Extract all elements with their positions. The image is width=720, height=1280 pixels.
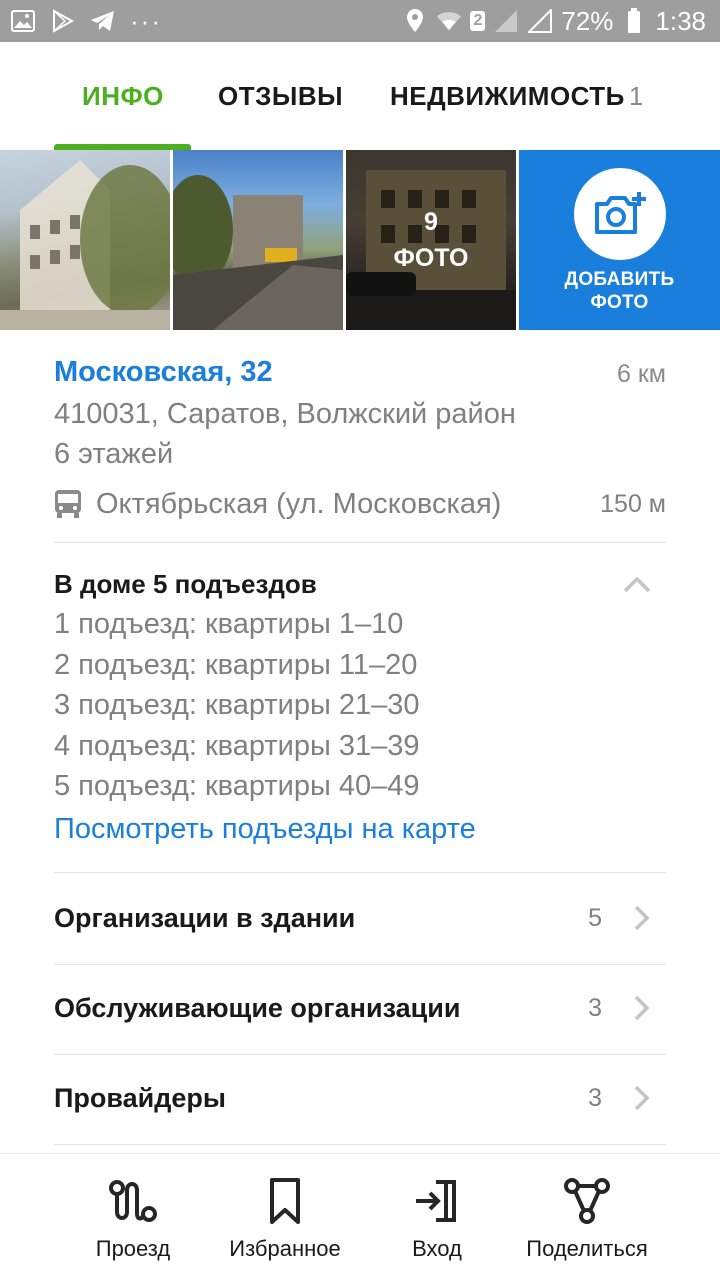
route-label: Проезд — [95, 1236, 171, 1261]
photo-strip: 9 ФОТО ДОБАВИТЬ ФОТО — [0, 150, 720, 330]
add-photo-label-line1: ДОБАВИТЬ — [564, 269, 675, 290]
camera-add-icon — [573, 168, 666, 260]
entrances-section: В доме 5 подъездов 1 подъезд: квартиры 1… — [54, 564, 666, 851]
status-bar: ··· 2 72% 1:38 — [0, 0, 720, 42]
favorites-button[interactable]: Избранное — [205, 1174, 365, 1262]
photo-count-overlay: 9 ФОТО — [346, 150, 516, 330]
tab-bar: ИНФО ОТЗЫВЫ НЕДВИЖИМОСТЬ 1 — [0, 42, 720, 150]
tab-realty-count: 1 — [628, 80, 644, 111]
providers-row[interactable]: Провайдеры 3 — [54, 1053, 666, 1143]
address-block: Московская, 32 6 км 410031, Саратов, Вол… — [54, 350, 666, 474]
photo-count-label: ФОТО — [393, 244, 469, 272]
row-label: Обслуживающие организации — [54, 992, 461, 1023]
photo-thumbnail[interactable] — [173, 150, 343, 330]
tab-realty[interactable]: НЕДВИЖИМОСТЬ 1 — [390, 42, 644, 150]
signal-icon — [493, 8, 519, 34]
row-count: 5 — [588, 903, 602, 932]
add-photo-label: ДОБАВИТЬ ФОТО — [564, 268, 674, 314]
photo-count: 9 — [424, 208, 438, 236]
divider — [54, 1144, 666, 1145]
tab-reviews[interactable]: ОТЗЫВЫ — [218, 42, 343, 150]
signal-icon-2 — [527, 8, 553, 34]
building-floors: 6 этажей — [54, 438, 174, 470]
tab-info-label: ИНФО — [82, 80, 164, 111]
chevron-right-icon — [632, 1084, 652, 1112]
share-icon — [560, 1174, 614, 1228]
clock: 1:38 — [655, 5, 706, 36]
add-photo-button[interactable]: ДОБАВИТЬ ФОТО — [519, 150, 720, 330]
bus-icon — [54, 489, 82, 519]
row-count: 3 — [588, 993, 602, 1022]
share-label: Поделиться — [526, 1236, 648, 1261]
route-button[interactable]: Проезд — [53, 1174, 213, 1262]
stop-name: Октябрьская (ул. Московская) — [96, 487, 502, 520]
stop-distance: 150 м — [600, 489, 666, 518]
login-icon — [410, 1174, 464, 1228]
chevron-right-icon — [632, 994, 652, 1022]
divider — [54, 542, 666, 543]
chevron-right-icon — [632, 904, 652, 932]
share-button[interactable]: Поделиться — [507, 1174, 667, 1262]
organizations-row[interactable]: Организации в здании 5 — [54, 873, 666, 963]
address-city: 410031, Саратов, Волжский район — [54, 398, 516, 430]
bottom-action-bar: Проезд Избранное Вход Поделиться — [0, 1153, 720, 1280]
favorites-label: Избранное — [229, 1236, 341, 1261]
address-title[interactable]: Московская, 32 — [54, 350, 666, 394]
more-notifications-icon: ··· — [130, 5, 162, 36]
play-store-icon — [50, 8, 76, 34]
row-label: Организации в здании — [54, 902, 356, 933]
tab-info[interactable]: ИНФО — [82, 42, 164, 150]
photo-thumbnail[interactable] — [0, 150, 170, 330]
tab-reviews-label: ОТЗЫВЫ — [218, 80, 344, 111]
tab-realty-label: НЕДВИЖИМОСТЬ — [390, 80, 625, 111]
address-distance: 6 км — [617, 360, 666, 388]
service-organizations-row[interactable]: Обслуживающие организации 3 — [54, 963, 666, 1053]
location-icon — [402, 8, 428, 34]
entrance-item: 3 подъезд: квартиры 21–30 — [54, 689, 420, 721]
route-icon — [106, 1174, 160, 1228]
entrance-item: 2 подъезд: квартиры 11–20 — [54, 648, 418, 681]
telegram-icon — [90, 8, 116, 34]
entrance-item: 5 подъезд: квартиры 40–49 — [54, 770, 420, 802]
battery-percent: 72% — [561, 5, 614, 36]
bookmark-icon — [258, 1174, 312, 1228]
entrance-button[interactable]: Вход — [357, 1174, 517, 1262]
row-count: 3 — [588, 1083, 602, 1112]
entrance-item: 1 подъезд: квартиры 1–10 — [54, 608, 404, 640]
entrances-title[interactable]: В доме 5 подъездов — [54, 564, 666, 604]
chevron-up-icon[interactable] — [622, 570, 652, 600]
photo-thumbnail-more[interactable]: 9 ФОТО — [346, 150, 516, 330]
battery-icon — [621, 8, 647, 34]
add-photo-label-line2: ФОТО — [590, 292, 649, 313]
row-label: Провайдеры — [54, 1082, 226, 1113]
gallery-icon — [10, 8, 36, 34]
entrance-label: Вход — [412, 1236, 462, 1261]
entrance-item: 4 подъезд: квартиры 31–39 — [54, 729, 420, 762]
nearest-stop[interactable]: Октябрьская (ул. Московская) 150 м — [54, 482, 666, 526]
sim-badge: 2 — [470, 11, 486, 31]
entrances-map-link[interactable]: Посмотреть подъезды на карте — [54, 807, 666, 851]
wifi-icon — [436, 8, 462, 34]
